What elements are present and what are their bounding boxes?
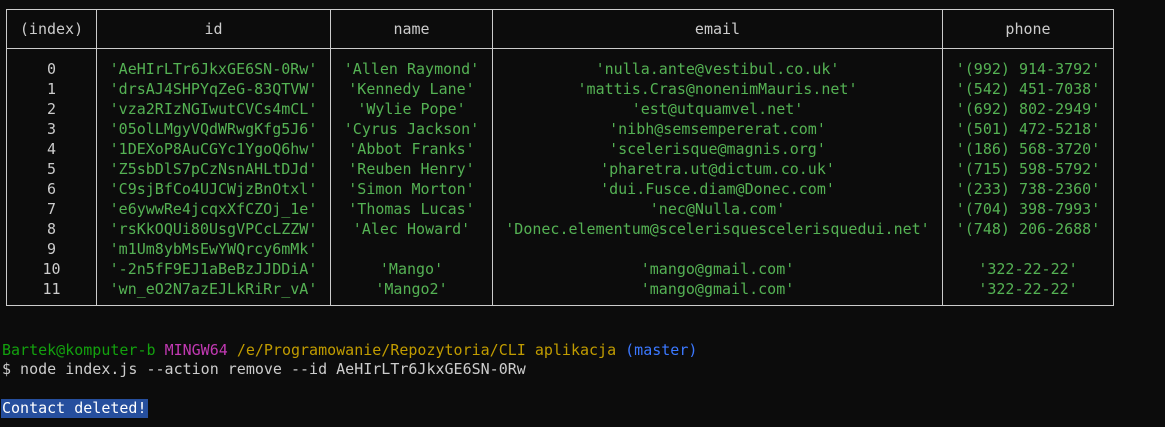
cell-name: 'Abbot Franks' bbox=[330, 139, 493, 159]
console-table: (index) id name email phone 0 'AeHIrLTr6J… bbox=[6, 9, 1114, 306]
table-row: 10 '-2n5fF9EJ1aBeBzJJDDiA' 'Mango''mango@g… bbox=[6, 259, 1114, 279]
cell-name: 'Thomas Lucas' bbox=[330, 199, 493, 219]
table-row: 2'vza2RIzNGIwutCVCs4mCL' 'Wylie Pope''est… bbox=[6, 99, 1114, 119]
cell-id: '05olLMgyVQdWRwgKfg5J6' bbox=[96, 119, 331, 139]
table-row: 8'rsKkOQUi80UsgVPCcLZZW' 'Alec Howard' 'Do… bbox=[6, 219, 1114, 239]
header-phone: phone bbox=[942, 9, 1114, 49]
cell-name bbox=[330, 239, 493, 259]
table-row: 6 'C9sjBfCo4UJCWjzBnOtxl' 'Simon Morton''d… bbox=[6, 179, 1114, 199]
table-row: 9'm1Um8ybMsEwYWQrcy6mMk' bbox=[6, 239, 1114, 259]
cell-email: 'est@utquamvel.net' bbox=[492, 99, 943, 119]
cell-phone bbox=[942, 239, 1114, 259]
cell-name: 'Mango2' bbox=[330, 279, 493, 306]
cell-phone: '(501) 472-5218' bbox=[942, 119, 1114, 139]
cell-name: 'Allen Raymond' bbox=[330, 48, 493, 79]
command-line: $ node index.js --action remove --id AeH… bbox=[2, 360, 526, 378]
cell-phone: '322-22-22' bbox=[942, 279, 1114, 306]
table-row: 1'drsAJ4SHPYqZeG-83QTVW' 'Kennedy Lane''m… bbox=[6, 79, 1114, 99]
table-row: 5 'Z5sbDlS7pCzNsnAHLtDJd' 'Reuben Henry''p… bbox=[6, 159, 1114, 179]
table-body: 0 'AeHIrLTr6JkxGE6SN-0Rw' 'Allen Raymond' '… bbox=[6, 48, 1114, 306]
terminal-window[interactable]: (index) id name email phone 0 'AeHIrLTr6J… bbox=[0, 0, 1165, 427]
cell-email: 'scelerisque@magnis.org' bbox=[492, 139, 943, 159]
cell-email: 'nibh@semsempererat.com' bbox=[492, 119, 943, 139]
cell-index: 8 bbox=[6, 219, 97, 239]
cell-email bbox=[492, 239, 943, 259]
cell-id: 'drsAJ4SHPYqZeG-83QTVW' bbox=[96, 79, 331, 99]
cell-id: 'rsKkOQUi80UsgVPCcLZZW' bbox=[96, 219, 331, 239]
cell-index: 6 bbox=[6, 179, 97, 199]
cell-phone: '(715) 598-5792' bbox=[942, 159, 1114, 179]
cell-index: 1 bbox=[6, 79, 97, 99]
table-header-row: (index) id name email phone bbox=[6, 9, 1114, 49]
cell-email: 'mattis.Cras@nonenimMauris.net' bbox=[492, 79, 943, 99]
cell-id: 'm1Um8ybMsEwYWQrcy6mMk' bbox=[96, 239, 331, 259]
cell-index: 5 bbox=[6, 159, 97, 179]
cell-id: 'C9sjBfCo4UJCWjzBnOtxl' bbox=[96, 179, 331, 199]
cell-index: 0 bbox=[6, 48, 97, 79]
cell-index: 9 bbox=[6, 239, 97, 259]
cell-email: 'mango@gmail.com' bbox=[492, 279, 943, 306]
cell-phone: '(233) 738-2360' bbox=[942, 179, 1114, 199]
cell-phone: '(692) 802-2949' bbox=[942, 99, 1114, 119]
cell-phone: '(186) 568-3720' bbox=[942, 139, 1114, 159]
cell-id: '1DEXoP8AuCGYc1YgoQ6hw' bbox=[96, 139, 331, 159]
output-message: Contact deleted! bbox=[1, 399, 148, 418]
cell-name: 'Simon Morton' bbox=[330, 179, 493, 199]
cell-index: 10 bbox=[6, 259, 97, 279]
header-id: id bbox=[96, 9, 331, 49]
cell-name: 'Reuben Henry' bbox=[330, 159, 493, 179]
cell-email: 'mango@gmail.com' bbox=[492, 259, 943, 279]
cell-index: 7 bbox=[6, 199, 97, 219]
cell-phone: '(992) 914-3792' bbox=[942, 48, 1114, 79]
prompt-path: /e/Programowanie/Repozytoria/CLI aplikac… bbox=[236, 341, 617, 359]
table-row: 4'1DEXoP8AuCGYc1YgoQ6hw' 'Abbot Franks''s… bbox=[6, 139, 1114, 159]
table-row: 0 'AeHIrLTr6JkxGE6SN-0Rw' 'Allen Raymond' '… bbox=[6, 48, 1114, 79]
cell-name: 'Alec Howard' bbox=[330, 219, 493, 239]
cell-email: 'nec@Nulla.com' bbox=[492, 199, 943, 219]
header-name: name bbox=[330, 9, 493, 49]
shell-prompt: Bartek@komputer-b MINGW64 /e/Programowan… bbox=[2, 341, 697, 360]
cell-name: 'Kennedy Lane' bbox=[330, 79, 493, 99]
header-email: email bbox=[492, 9, 943, 49]
cell-phone: '(704) 398-7993' bbox=[942, 199, 1114, 219]
cell-phone: '(748) 206-2688' bbox=[942, 219, 1114, 239]
table-row: 11'wn_eO2N7azEJLkRiRr_vA' 'Mango2''mango@… bbox=[6, 279, 1114, 306]
prompt-branch: (master) bbox=[625, 341, 698, 359]
cell-index: 4 bbox=[6, 139, 97, 159]
cell-id: 'wn_eO2N7azEJLkRiRr_vA' bbox=[96, 279, 331, 306]
prompt-system: MINGW64 bbox=[164, 341, 228, 359]
cell-email: 'pharetra.ut@dictum.co.uk' bbox=[492, 159, 943, 179]
cell-email: 'Donec.elementum@scelerisquescelerisqued… bbox=[492, 219, 943, 239]
cell-id: 'e6ywwRe4jcqxXfCZOj_1e' bbox=[96, 199, 331, 219]
cell-id: 'Z5sbDlS7pCzNsnAHLtDJd' bbox=[96, 159, 331, 179]
prompt-user-host: Bartek@komputer-b bbox=[2, 341, 156, 359]
cell-phone: '322-22-22' bbox=[942, 259, 1114, 279]
cell-index: 3 bbox=[6, 119, 97, 139]
cell-phone: '(542) 451-7038' bbox=[942, 79, 1114, 99]
cell-id: '-2n5fF9EJ1aBeBzJJDDiA' bbox=[96, 259, 331, 279]
cell-email: 'dui.Fusce.diam@Donec.com' bbox=[492, 179, 943, 199]
cell-name: 'Mango' bbox=[330, 259, 493, 279]
cell-email: 'nulla.ante@vestibul.co.uk' bbox=[492, 48, 943, 79]
table-row: 3'05olLMgyVQdWRwgKfg5J6' 'Cyrus Jackson' '… bbox=[6, 119, 1114, 139]
cell-id: 'AeHIrLTr6JkxGE6SN-0Rw' bbox=[96, 48, 331, 79]
cell-name: 'Wylie Pope' bbox=[330, 99, 493, 119]
header-index: (index) bbox=[6, 9, 97, 49]
cell-id: 'vza2RIzNGIwutCVCs4mCL' bbox=[96, 99, 331, 119]
cell-index: 2 bbox=[6, 99, 97, 119]
cell-index: 11 bbox=[6, 279, 97, 306]
table-row: 7'e6ywwRe4jcqxXfCZOj_1e' 'Thomas Lucas''n… bbox=[6, 199, 1114, 219]
cell-name: 'Cyrus Jackson' bbox=[330, 119, 493, 139]
